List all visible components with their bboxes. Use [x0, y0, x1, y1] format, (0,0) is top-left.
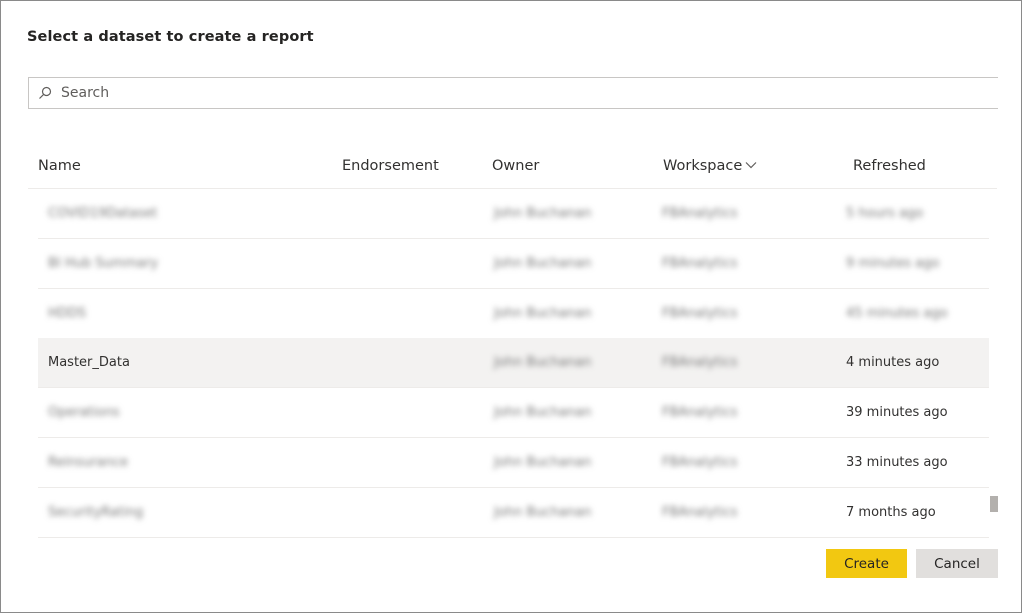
cell-workspace: FBAnalytics [662, 206, 738, 221]
cell-refreshed: 9 minutes ago [846, 256, 940, 271]
cell-name: Master_Data [48, 355, 130, 370]
cell-refreshed: 5 hours ago [846, 206, 924, 221]
cell-workspace: FBAnalytics [662, 355, 738, 370]
cell-name: HDDS [48, 306, 87, 321]
table-row[interactable]: Reinsurance John Buchanan FBAnalytics 33… [38, 438, 989, 488]
cell-name: SecurityRating [48, 505, 144, 520]
table-row-selected[interactable]: Master_Data John Buchanan FBAnalytics 4 … [38, 338, 989, 388]
cell-owner: John Buchanan [494, 505, 592, 520]
cell-workspace: FBAnalytics [662, 455, 738, 470]
cell-refreshed: 4 minutes ago [846, 355, 940, 370]
cell-owner: John Buchanan [494, 256, 592, 271]
scrollbar-thumb[interactable] [990, 496, 998, 512]
table-row[interactable]: COVID19Dataset John Buchanan FBAnalytics… [38, 189, 989, 239]
column-header-endorsement[interactable]: Endorsement [342, 158, 439, 174]
table-header: Name Endorsement Owner Workspace Refresh… [28, 151, 997, 189]
search-icon [39, 86, 52, 99]
column-header-workspace[interactable]: Workspace [663, 158, 757, 174]
cell-name: Reinsurance [48, 455, 129, 470]
cell-owner: John Buchanan [494, 355, 592, 370]
cell-owner: John Buchanan [494, 455, 592, 470]
column-header-name[interactable]: Name [38, 158, 81, 174]
cell-name: COVID19Dataset [48, 206, 158, 221]
column-header-owner[interactable]: Owner [492, 158, 539, 174]
cell-owner: John Buchanan [494, 206, 592, 221]
cell-owner: John Buchanan [494, 306, 592, 321]
search-box[interactable] [28, 77, 998, 109]
cell-workspace: FBAnalytics [662, 505, 738, 520]
chevron-down-icon [745, 161, 757, 168]
cell-workspace: FBAnalytics [662, 256, 738, 271]
cell-workspace: FBAnalytics [662, 306, 738, 321]
cell-refreshed: 33 minutes ago [846, 455, 948, 470]
cell-name: BI Hub Summary [48, 256, 159, 271]
cell-workspace: FBAnalytics [662, 405, 738, 420]
cell-name: Operations [48, 405, 120, 420]
dialog-title: Select a dataset to create a report [27, 29, 314, 45]
column-header-workspace-label: Workspace [663, 158, 743, 174]
cancel-button[interactable]: Cancel [916, 549, 998, 578]
column-header-refreshed[interactable]: Refreshed [853, 158, 926, 174]
table-row[interactable]: BI Hub Summary John Buchanan FBAnalytics… [38, 239, 989, 289]
search-input[interactable] [61, 82, 961, 104]
cell-refreshed: 7 months ago [846, 505, 936, 520]
cell-owner: John Buchanan [494, 405, 592, 420]
table-row[interactable]: HDDS John Buchanan FBAnalytics 45 minute… [38, 289, 989, 339]
table-row[interactable]: Operations John Buchanan FBAnalytics 39 … [38, 388, 989, 438]
create-button[interactable]: Create [826, 549, 907, 578]
cell-refreshed: 39 minutes ago [846, 405, 948, 420]
select-dataset-dialog: Select a dataset to create a report Name… [0, 0, 1022, 613]
cell-refreshed: 45 minutes ago [846, 306, 948, 321]
table-row[interactable]: SecurityRating John Buchanan FBAnalytics… [38, 488, 989, 538]
